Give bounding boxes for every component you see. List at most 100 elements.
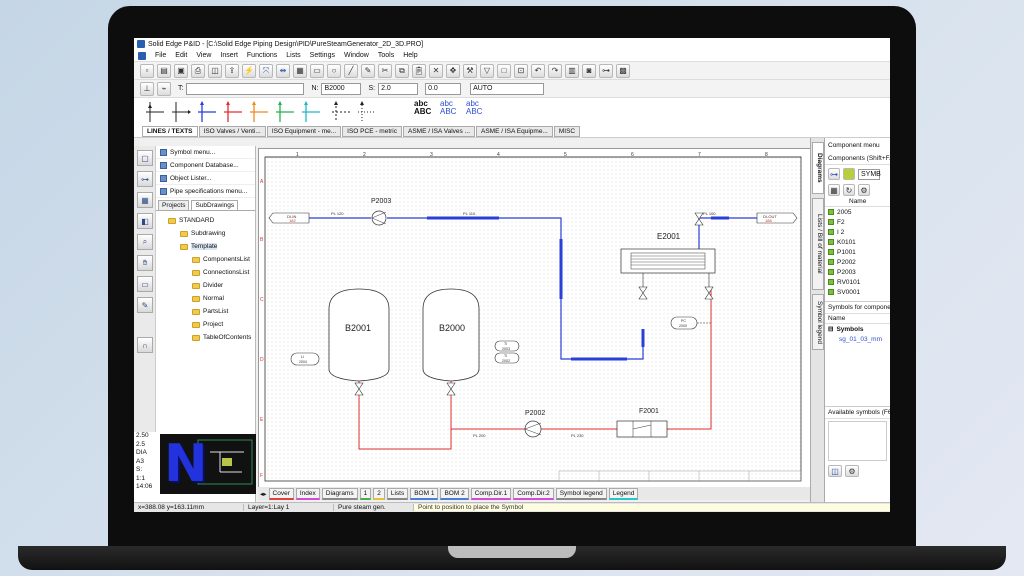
component-icon[interactable]: ◧ bbox=[137, 213, 153, 229]
tree-item-tableofcontents[interactable]: TableOfContents bbox=[156, 331, 255, 344]
symbol-line-black[interactable] bbox=[144, 100, 166, 124]
component-row[interactable]: I 2 bbox=[825, 227, 890, 237]
tree-item-standard[interactable]: STANDARD bbox=[156, 214, 255, 227]
symbols-root[interactable]: ⊟ Symbols bbox=[825, 324, 890, 334]
vessel-b2001[interactable]: B2001 bbox=[328, 288, 390, 382]
menu-file[interactable]: File bbox=[155, 52, 166, 59]
tree-item-template[interactable]: Template bbox=[156, 240, 255, 253]
component-row[interactable]: P2002 bbox=[825, 257, 890, 267]
zoom-icon[interactable]: ⊡ bbox=[514, 63, 528, 78]
connect-icon[interactable]: ⇹ bbox=[276, 63, 290, 78]
pen-icon[interactable]: ✎ bbox=[137, 297, 153, 313]
new-icon[interactable]: ▫ bbox=[140, 63, 154, 78]
route-icon[interactable]: ⤧ bbox=[259, 63, 273, 78]
symbol-tool-icon[interactable]: ⊥ bbox=[140, 81, 154, 96]
vtab-symbol-legend[interactable]: Symbol legend bbox=[812, 294, 824, 350]
symtab-asme-equipment[interactable]: ASME / ISA Equipme... bbox=[476, 126, 553, 137]
menu-window[interactable]: Window bbox=[344, 52, 369, 59]
open-icon[interactable]: ▤ bbox=[157, 63, 171, 78]
hammer-icon[interactable]: ⚒ bbox=[463, 63, 477, 78]
sheet-tab-bom2[interactable]: BOM 2 bbox=[440, 487, 469, 500]
symbol-line-blue[interactable] bbox=[196, 100, 218, 124]
name-column-header[interactable]: Name bbox=[825, 197, 890, 207]
collapse-icon[interactable]: ⊟ bbox=[828, 325, 833, 333]
sheet-tab-lists[interactable]: Lists bbox=[386, 487, 409, 500]
sheet-tab-1[interactable]: 1 bbox=[359, 487, 372, 500]
vtab-lists-bom[interactable]: Lists / Bill of material bbox=[812, 198, 824, 290]
symbol-line-dotted[interactable] bbox=[356, 100, 378, 124]
lightning-icon[interactable]: ⚡ bbox=[242, 63, 256, 78]
drawing-canvas[interactable]: 1 2 3 4 5 6 7 8 A B C D E F DI-IN 182 DI… bbox=[258, 148, 811, 494]
select-icon[interactable]: ▢ bbox=[137, 150, 153, 166]
menu-insert[interactable]: Insert bbox=[220, 52, 238, 59]
symbol-line-green[interactable] bbox=[274, 100, 296, 124]
circle-icon[interactable]: ○ bbox=[327, 63, 341, 78]
menu-tools[interactable]: Tools bbox=[378, 52, 394, 59]
cut-icon[interactable]: ✂ bbox=[378, 63, 392, 78]
text-style-blue2[interactable]: abc ABC bbox=[466, 100, 482, 116]
component-row[interactable]: F2 bbox=[825, 217, 890, 227]
tree-item-normal[interactable]: Normal bbox=[156, 292, 255, 305]
panel-settings-icon[interactable]: ⚙ bbox=[845, 465, 859, 477]
vessel-b2000[interactable]: B2000 bbox=[422, 288, 480, 382]
available-symbols-list[interactable] bbox=[828, 421, 887, 461]
preview-icon[interactable]: ◫ bbox=[208, 63, 222, 78]
vtab-diagrams[interactable]: Diagrams bbox=[812, 142, 824, 194]
tree-icon[interactable]: ⊶ bbox=[599, 63, 613, 78]
symbol-menu-item[interactable]: Symbol menu... bbox=[156, 146, 255, 159]
rectangle-icon[interactable]: ▭ bbox=[310, 63, 324, 78]
frame-icon[interactable]: □ bbox=[497, 63, 511, 78]
tree-view-icon[interactable]: ⊶ bbox=[828, 168, 840, 180]
screen-icon[interactable]: ▩ bbox=[616, 63, 630, 78]
tree-item-project[interactable]: Project bbox=[156, 318, 255, 331]
instrument-li-2004[interactable]: LI 2004 bbox=[290, 352, 320, 366]
tree-item-subdrawing[interactable]: Subdrawing bbox=[156, 227, 255, 240]
sheet-tab-bom1[interactable]: BOM 1 bbox=[410, 487, 439, 500]
component-row[interactable]: SV0001 bbox=[825, 287, 890, 297]
symtab-misc[interactable]: MISC bbox=[553, 126, 581, 137]
component-row[interactable]: P2003 bbox=[825, 267, 890, 277]
magnet-icon[interactable]: ∩ bbox=[137, 337, 153, 353]
menu-help[interactable]: Help bbox=[403, 52, 417, 59]
auto-dropdown[interactable]: AUTO bbox=[470, 82, 545, 95]
component-row[interactable]: P1001 bbox=[825, 247, 890, 257]
sheet-tab-symbol-legend[interactable]: Symbol legend bbox=[555, 487, 607, 500]
symbol-line-dashed[interactable] bbox=[330, 100, 352, 124]
object-lister-item[interactable]: Object Lister... bbox=[156, 172, 255, 185]
refresh-icon[interactable]: ↻ bbox=[843, 184, 855, 196]
hand-icon[interactable]: ✋︎ bbox=[137, 255, 153, 271]
sheet-tab-diagrams[interactable]: Diagrams bbox=[321, 487, 358, 500]
menu-app-icon[interactable] bbox=[138, 51, 146, 60]
undo-icon[interactable]: ↶ bbox=[531, 63, 545, 78]
t-field[interactable] bbox=[186, 82, 305, 95]
inlet-flag[interactable]: DI-IN 182 bbox=[268, 212, 310, 224]
tree-item-partslist[interactable]: PartsList bbox=[156, 305, 255, 318]
sheet-tab-compdir2[interactable]: Comp.Dir.2 bbox=[513, 487, 554, 500]
tab-projects[interactable]: Projects bbox=[158, 200, 190, 210]
sheet-tab-compdir1[interactable]: Comp.Dir.1 bbox=[470, 487, 512, 500]
menu-edit[interactable]: Edit bbox=[175, 52, 187, 59]
pencil-icon[interactable]: ✎ bbox=[361, 63, 375, 78]
component-db-item[interactable]: Component Database... bbox=[156, 159, 255, 172]
instrument-pc-2000[interactable]: PC 2000 bbox=[670, 316, 698, 330]
paste-icon[interactable]: 📋︎ bbox=[412, 63, 426, 78]
branch-icon[interactable]: ⊶ bbox=[137, 171, 153, 187]
copy-icon[interactable]: ⧉ bbox=[395, 63, 409, 78]
keyboard-icon[interactable]: ▦ bbox=[293, 63, 307, 78]
component-color-icon[interactable] bbox=[843, 168, 855, 180]
move-icon[interactable]: ✥ bbox=[446, 63, 460, 78]
symbols-column-header[interactable]: Name bbox=[825, 314, 890, 324]
symbol-line-orange[interactable] bbox=[248, 100, 270, 124]
n-field[interactable]: B2000 bbox=[321, 82, 362, 95]
symtab-iso-equipment[interactable]: ISO Equipment - me... bbox=[266, 126, 342, 137]
component-row[interactable]: 2005 bbox=[825, 207, 890, 217]
grid-icon[interactable]: ▦ bbox=[828, 184, 840, 196]
save-all-icon[interactable]: ◙ bbox=[582, 63, 596, 78]
magnifier-icon[interactable]: ⌕ bbox=[137, 234, 153, 250]
sheet-tab-index[interactable]: Index bbox=[295, 487, 320, 500]
layout-icon[interactable]: ▦ bbox=[137, 192, 153, 208]
component-row[interactable]: RV0101 bbox=[825, 277, 890, 287]
symbols-child[interactable]: sg_01_03_mm bbox=[825, 334, 890, 344]
component-row[interactable]: K0101 bbox=[825, 237, 890, 247]
save-icon[interactable]: ▣ bbox=[174, 63, 188, 78]
